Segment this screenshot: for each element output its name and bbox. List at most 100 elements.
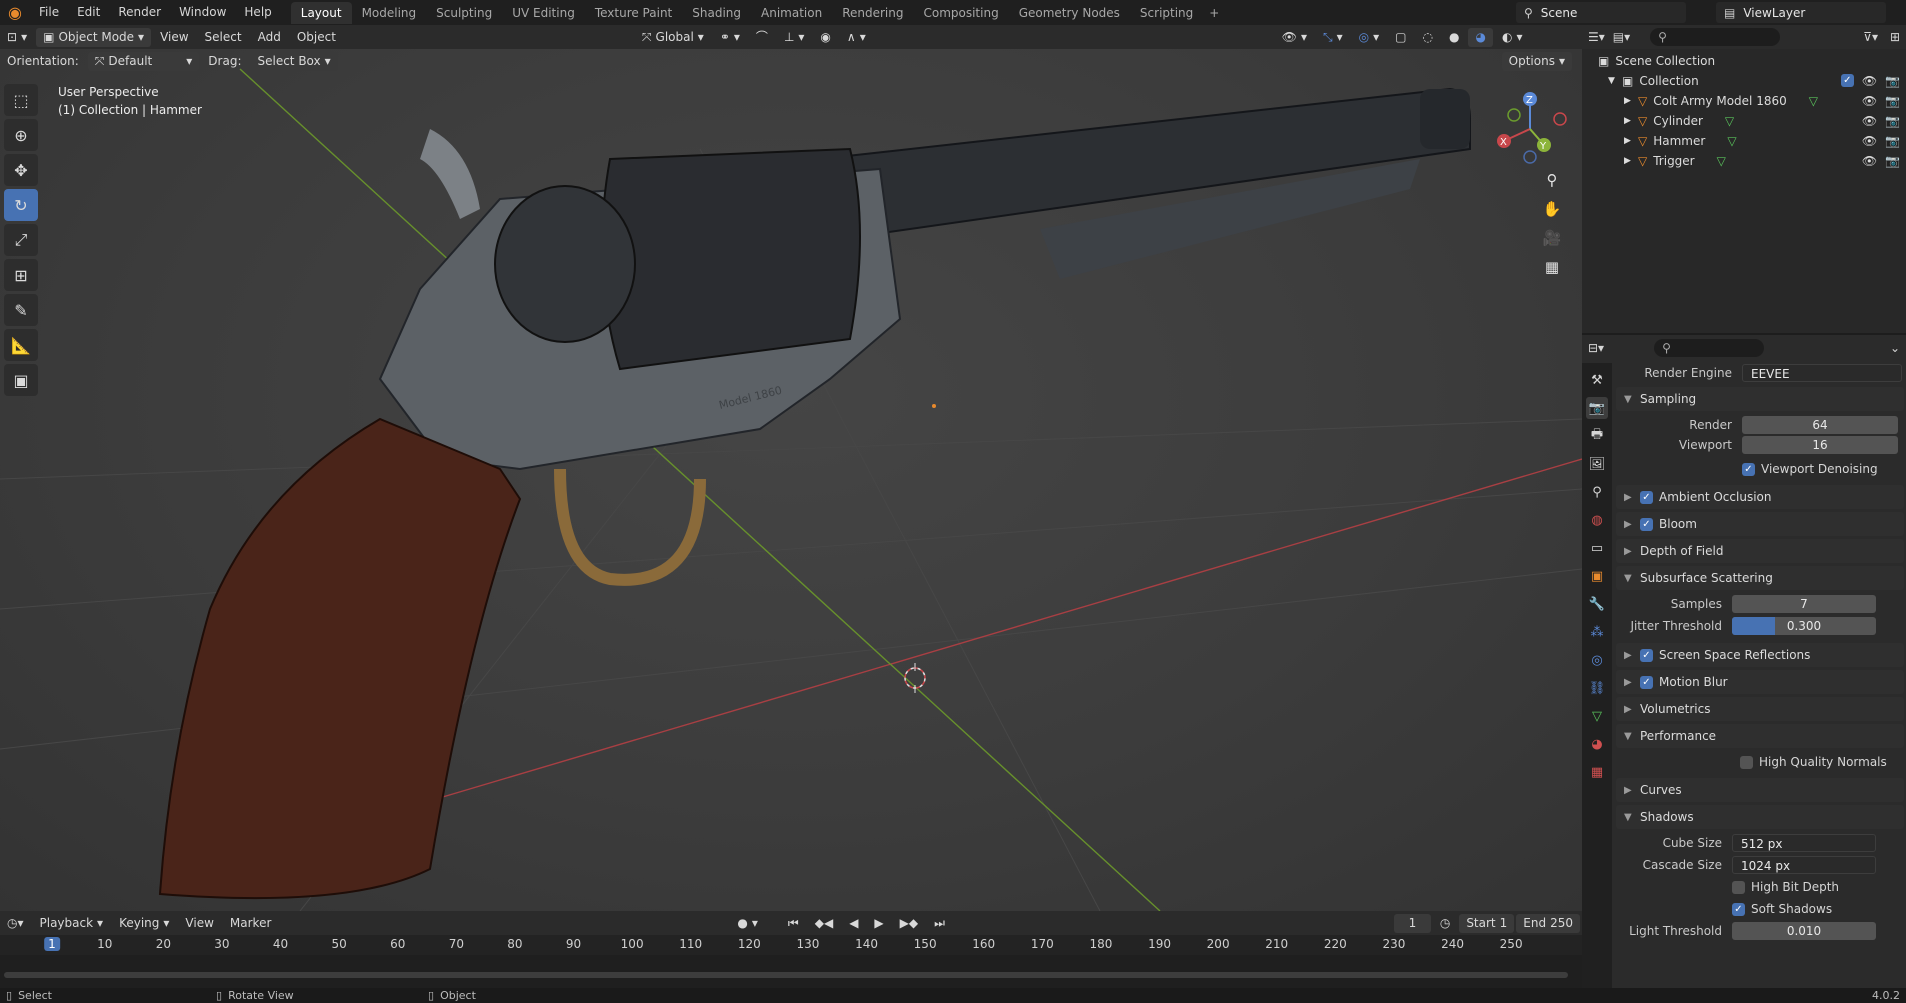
frame-tick[interactable]: 220 <box>1324 937 1347 951</box>
frame-tick[interactable]: 230 <box>1382 937 1405 951</box>
mode-dropdown[interactable]: ▣ Object Mode ▾ <box>36 27 152 47</box>
snap-toggle[interactable]: ⌒ <box>749 28 775 47</box>
tab-geometry-nodes[interactable]: Geometry Nodes <box>1009 2 1130 24</box>
rotate-tool-icon[interactable]: ↻ <box>4 189 38 221</box>
measure-tool-icon[interactable]: 📐 <box>4 329 38 361</box>
frame-tick[interactable]: 90 <box>566 937 581 951</box>
blender-logo-icon[interactable]: ◉ <box>0 0 30 25</box>
play-button[interactable]: ▶ <box>867 914 890 933</box>
shadows-panel-header[interactable]: ▼ Shadows <box>1616 805 1904 829</box>
3d-viewport[interactable]: Model 1860 User Perspective (1) Collecti… <box>0 49 1582 911</box>
use-preview-range-toggle[interactable]: ◷ <box>1433 914 1457 933</box>
frame-tick[interactable]: 240 <box>1441 937 1464 951</box>
eye-icon[interactable]: 👁 <box>1862 114 1877 128</box>
frame-tick[interactable]: 60 <box>390 937 405 951</box>
light-threshold-field[interactable]: 0.010 <box>1732 922 1876 940</box>
frame-tick[interactable]: 80 <box>507 937 522 951</box>
camera-icon[interactable]: 📷 <box>1885 134 1900 148</box>
expand-icon[interactable]: ▶ <box>1624 116 1638 126</box>
frame-tick[interactable]: 190 <box>1148 937 1171 951</box>
frame-tick[interactable]: 120 <box>738 937 761 951</box>
options-dropdown[interactable]: Options ▾ <box>1501 51 1572 71</box>
new-collection-icon[interactable]: ⊞ <box>1890 30 1900 44</box>
frame-tick[interactable]: 30 <box>214 937 229 951</box>
drag-dropdown[interactable]: Select Box ▾ <box>250 51 338 71</box>
jitter-threshold-slider[interactable]: 0.300 <box>1732 617 1876 635</box>
proportional-edit-toggle[interactable]: ◉ <box>813 28 837 47</box>
timeline-track[interactable] <box>0 955 1582 988</box>
motion-blur-checkbox[interactable]: ✓ <box>1640 675 1653 689</box>
expand-icon[interactable]: ▶ <box>1624 136 1638 146</box>
outliner-search-field[interactable]: ⚲ <box>1650 28 1781 46</box>
visibility-dropdown[interactable]: 👁 ▾ <box>1275 28 1314 47</box>
annotate-tool-icon[interactable]: ✎ <box>4 294 38 326</box>
viewport-samples-field[interactable]: 16 <box>1742 436 1898 454</box>
frame-tick[interactable]: 160 <box>972 937 995 951</box>
camera-icon[interactable]: 📷 <box>1885 154 1900 168</box>
dof-panel-header[interactable]: ▶ Depth of Field <box>1616 539 1904 563</box>
frame-tick[interactable]: 100 <box>621 937 644 951</box>
hq-normals-checkbox[interactable] <box>1740 755 1753 769</box>
menu-file[interactable]: File <box>30 0 68 25</box>
camera-icon[interactable]: 📷 <box>1885 114 1900 128</box>
menu-window[interactable]: Window <box>170 0 235 25</box>
output-tab-icon[interactable]: 🖶 <box>1586 425 1608 447</box>
constraints-tab-icon[interactable]: ⛓ <box>1586 677 1608 699</box>
tab-sculpting[interactable]: Sculpting <box>426 2 502 24</box>
frame-ruler[interactable]: 1 10 20 30 40 50 60 70 80 90 100 110 120 130 140 150 160… <box>0 935 1582 955</box>
scale-tool-icon[interactable]: ⤢ <box>4 224 38 256</box>
current-frame-field[interactable]: 1 <box>1393 913 1431 933</box>
menu-timeline-view[interactable]: View <box>178 914 220 933</box>
frame-tick[interactable]: 210 <box>1265 937 1288 951</box>
tool-tab-icon[interactable]: ⚒ <box>1586 369 1608 391</box>
outliner-collection[interactable]: ▼ ▣ Collection ✓ 👁 📷 <box>1582 71 1906 91</box>
bloom-panel-header[interactable]: ▶ ✓ Bloom <box>1616 512 1904 536</box>
prev-keyframe-button[interactable]: ◆◀ <box>808 914 840 933</box>
timeline-editor-icon[interactable]: ◷▾ <box>0 914 31 933</box>
menu-select[interactable]: Select <box>198 28 249 47</box>
navigation-gizmo[interactable]: Z X Y <box>1490 89 1570 169</box>
menu-add[interactable]: Add <box>251 28 288 47</box>
view-layer-selector[interactable]: ▤ ViewLayer <box>1716 2 1886 23</box>
material-tab-icon[interactable]: ◕ <box>1586 733 1608 755</box>
gizmo-toggle[interactable]: ⤡ ▾ <box>1316 28 1350 47</box>
display-mode-icon[interactable]: ▤▾ <box>1613 30 1630 44</box>
cursor-tool-icon[interactable]: ⊕ <box>4 119 38 151</box>
eye-icon[interactable]: 👁 <box>1862 134 1877 148</box>
expand-icon[interactable]: ▶ <box>1624 96 1638 106</box>
camera-view-icon[interactable]: 🎥 <box>1538 224 1566 252</box>
frame-tick[interactable]: 140 <box>855 937 878 951</box>
filter-icon[interactable]: ⊽▾ <box>1863 30 1878 44</box>
view-layer-tab-icon[interactable]: 🖼 <box>1586 453 1608 475</box>
orientation-dropdown[interactable]: ⤧ Default ▾ <box>87 51 200 71</box>
expand-icon[interactable]: ▶ <box>1624 156 1638 166</box>
frame-tick[interactable]: 150 <box>914 937 937 951</box>
outliner-item-trigger[interactable]: ▶ ▽ Trigger ▽ 👁 📷 <box>1582 151 1906 171</box>
eye-icon[interactable]: 👁 <box>1862 154 1877 168</box>
menu-marker[interactable]: Marker <box>223 914 278 933</box>
tab-modeling[interactable]: Modeling <box>352 2 427 24</box>
shading-solid[interactable]: ● <box>1442 28 1466 47</box>
editor-type-button[interactable]: ⊡ ▾ <box>0 28 34 47</box>
shading-material[interactable]: ◕ <box>1468 27 1493 47</box>
tab-compositing[interactable]: Compositing <box>913 2 1008 24</box>
high-bit-depth-checkbox[interactable] <box>1732 880 1745 894</box>
current-frame-marker[interactable]: 1 <box>44 937 60 951</box>
sss-samples-field[interactable]: 7 <box>1732 595 1876 613</box>
ssr-checkbox[interactable]: ✓ <box>1640 648 1653 662</box>
play-reverse-button[interactable]: ◀ <box>842 914 865 933</box>
transform-tool-icon[interactable]: ⊞ <box>4 259 38 291</box>
tab-layout[interactable]: Layout <box>290 1 352 24</box>
soft-shadows-checkbox[interactable]: ✓ <box>1732 902 1745 916</box>
world-tab-icon[interactable]: ◍ <box>1586 509 1608 531</box>
object-tab-icon[interactable]: ▣ <box>1586 565 1608 587</box>
tab-rendering[interactable]: Rendering <box>832 2 913 24</box>
falloff-dropdown[interactable]: ∧ ▾ <box>840 28 873 47</box>
outliner-editor-icon[interactable]: ☰▾ <box>1588 30 1605 44</box>
render-engine-dropdown[interactable]: EEVEE <box>1742 364 1902 382</box>
scene-selector[interactable]: ⚲ Scene <box>1516 2 1686 23</box>
volumetrics-panel-header[interactable]: ▶ Volumetrics <box>1616 697 1904 721</box>
ssr-panel-header[interactable]: ▶ ✓ Screen Space Reflections <box>1616 643 1904 667</box>
menu-render[interactable]: Render <box>109 0 170 25</box>
physics-tab-icon[interactable]: ◎ <box>1586 649 1608 671</box>
